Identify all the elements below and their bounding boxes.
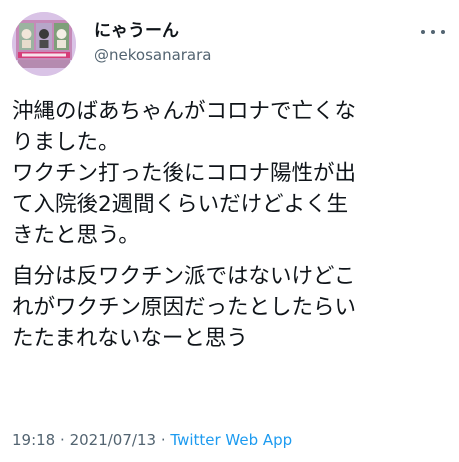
tweet-date[interactable]: 2021/07/13: [70, 431, 156, 449]
dot: [421, 30, 425, 34]
tweet-line: 自分は反ワクチン派ではないけどこ: [12, 264, 356, 289]
tweet-line: ワクチン打った後にコロナ陽性が出: [12, 161, 357, 186]
tweet-line: れがワクチン原因だったとしたらい: [12, 295, 357, 320]
tweet-meta: 19:18 · 2021/07/13 · Twitter Web App: [12, 430, 292, 450]
tweet-card: にゃうーん @nekosanarara 沖縄のばあちゃんがコロナで亡くな りまし…: [0, 0, 459, 462]
tweet-line: きたと思う。: [12, 223, 140, 248]
tweet-line: りました。: [12, 130, 120, 155]
tweet-source[interactable]: Twitter Web App: [170, 431, 292, 449]
author-names: にゃうーん @nekosanarara: [94, 20, 212, 66]
dot: [431, 30, 435, 34]
tweet-line: て入院後2週間くらいだけどよく生: [12, 192, 349, 217]
tweet-line: たたまれないなーと思う: [12, 326, 248, 351]
cat-collage-avatar-icon: [12, 12, 76, 76]
meta-separator: ·: [160, 431, 166, 449]
tweet-header: にゃうーん @nekosanarara: [12, 12, 447, 76]
more-options-icon[interactable]: [421, 24, 445, 40]
tweet-time[interactable]: 19:18: [12, 431, 55, 449]
tweet-line: 沖縄のばあちゃんがコロナで亡くな: [12, 99, 357, 124]
avatar[interactable]: [12, 12, 76, 76]
dot: [441, 30, 445, 34]
tweet-text: 沖縄のばあちゃんがコロナで亡くな りました。 ワクチン打った後にコロナ陽性が出 …: [12, 96, 448, 354]
handle[interactable]: @nekosanarara: [94, 44, 212, 66]
display-name[interactable]: にゃうーん: [94, 20, 212, 42]
meta-separator: ·: [60, 431, 65, 449]
